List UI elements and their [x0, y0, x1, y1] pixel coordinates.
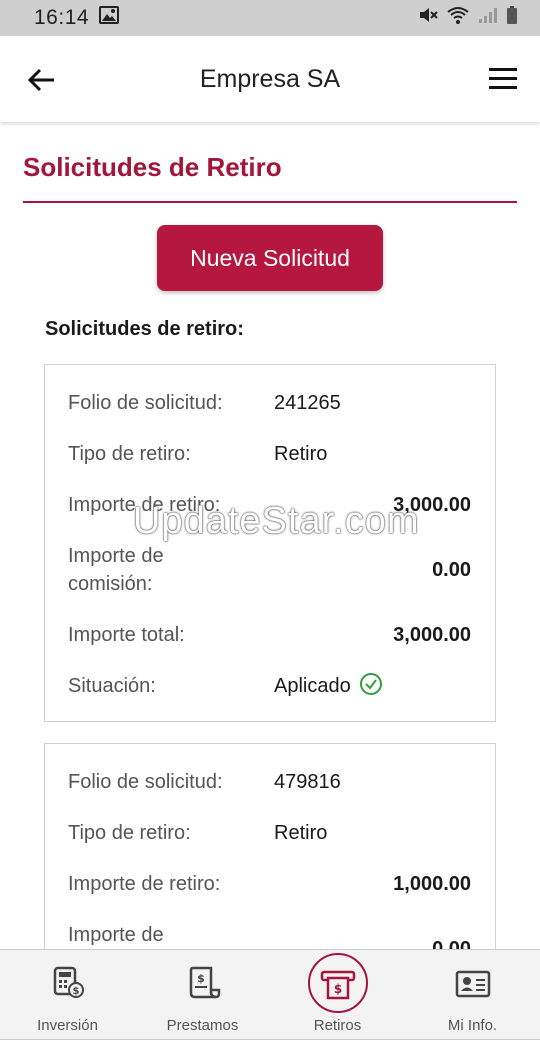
nav-item-mi-info[interactable]: Mi Info. — [405, 950, 540, 1039]
status-time: 16:14 — [34, 6, 90, 29]
nav-label: Inversión — [37, 1017, 98, 1034]
commission-label-line1: Importe de — [68, 924, 164, 946]
app-bar: Empresa SA — [0, 36, 540, 122]
nav-label: Mi Info. — [447, 1017, 498, 1034]
amount-label: Importe de retiro: — [68, 494, 221, 516]
image-notification-icon — [99, 6, 120, 30]
check-circle-icon — [359, 672, 383, 705]
app-title: Empresa SA — [199, 64, 341, 93]
commission-value: 0.00 — [432, 559, 471, 581]
wifi-icon — [446, 5, 470, 31]
amount-value: 3,000.00 — [393, 494, 471, 516]
commission-label-line2: comisión: — [68, 573, 153, 595]
status-bar: 16:14 — [0, 0, 540, 36]
amount-value: 1,000.00 — [393, 873, 471, 895]
back-arrow-icon[interactable] — [26, 64, 58, 96]
type-label: Tipo de retiro: — [68, 822, 191, 844]
total-value: 3,000.00 — [393, 624, 471, 646]
nav-label: Retiros — [313, 1017, 362, 1034]
nav-item-prestamos[interactable]: $ Prestamos — [135, 950, 270, 1039]
status-value-wrap: Aplicado — [274, 672, 383, 705]
type-label: Tipo de retiro: — [68, 443, 191, 465]
loan-icon: $ — [189, 966, 220, 999]
status-label: Situación: — [68, 675, 156, 697]
mute-icon — [418, 5, 438, 31]
svg-text:$: $ — [197, 972, 205, 985]
status-value: Aplicado — [274, 675, 351, 697]
folio-value: 479816 — [274, 771, 341, 793]
signal-icon — [478, 6, 498, 30]
total-label: Importe total: — [68, 624, 185, 646]
list-heading: Solicitudes de retiro: — [45, 318, 244, 340]
type-value: Retiro — [274, 822, 328, 844]
nav-item-retiros[interactable]: $ Retiros — [270, 950, 405, 1039]
type-value: Retiro — [274, 443, 328, 465]
withdrawal-icon: $ — [320, 970, 355, 1000]
nav-label: Prestamos — [166, 1017, 239, 1034]
hamburger-menu-icon[interactable] — [488, 66, 518, 92]
investment-icon: $ — [53, 966, 84, 998]
page-title: Solicitudes de Retiro — [23, 152, 282, 182]
amount-label: Importe de retiro: — [68, 873, 221, 895]
request-card[interactable]: Folio de solicitud: 241265 Tipo de retir… — [44, 364, 496, 722]
folio-label: Folio de solicitud: — [68, 771, 223, 793]
svg-text:$: $ — [333, 982, 341, 996]
title-divider — [23, 201, 517, 203]
svg-text:$: $ — [72, 986, 79, 997]
commission-label-line1: Importe de — [68, 545, 164, 567]
folio-value: 241265 — [274, 392, 341, 414]
new-request-button[interactable]: Nueva Solicitud — [157, 225, 383, 291]
profile-card-icon — [455, 970, 490, 998]
bottom-nav: $ Inversión $ Prestamos $ Retiros Mi Inf… — [0, 949, 540, 1040]
nav-item-inversion[interactable]: $ Inversión — [0, 950, 135, 1039]
battery-icon — [506, 5, 518, 31]
folio-label: Folio de solicitud: — [68, 392, 223, 414]
